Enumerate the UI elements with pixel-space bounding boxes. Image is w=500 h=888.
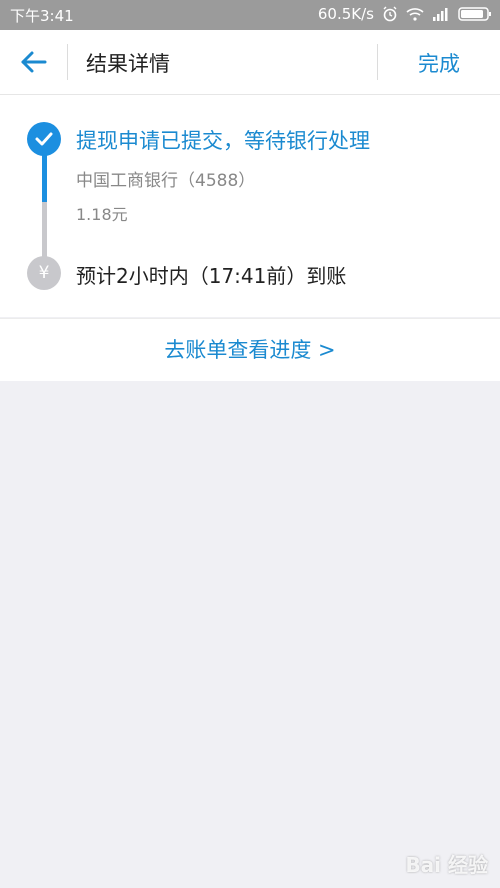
back-button[interactable]	[14, 45, 54, 79]
step1-amount: 1.18元	[76, 205, 128, 224]
yen-icon: ¥	[27, 256, 61, 290]
status-right: 60.5K/s	[318, 5, 492, 23]
result-card: 提现申请已提交，等待银行处理 中国工商银行（4588） 1.18元 ¥ 预计2小…	[0, 95, 500, 317]
battery-icon	[458, 6, 492, 22]
view-bill-progress-link[interactable]: 去账单查看进度 >	[0, 318, 500, 381]
timeline-line-inactive	[42, 202, 47, 260]
network-speed: 60.5K/s	[317, 5, 374, 23]
page-title: 结果详情	[86, 52, 170, 76]
done-button[interactable]: 完成	[418, 48, 460, 78]
status-bar: 下午3:41 60.5K/s	[0, 0, 500, 30]
alarm-icon	[382, 6, 398, 22]
step-complete-marker	[27, 122, 61, 156]
step1-title: 提现申请已提交，等待银行处理	[76, 129, 370, 153]
header-bar: 结果详情 完成	[0, 30, 500, 95]
step2-text: 预计2小时内（17:41前）到账	[76, 264, 347, 288]
signal-icon	[432, 7, 450, 21]
step1-bank: 中国工商银行（4588）	[76, 171, 256, 191]
wifi-icon	[406, 7, 424, 21]
back-arrow-icon	[14, 51, 54, 83]
status-time: 下午3:41	[10, 7, 74, 25]
header-divider	[377, 44, 378, 80]
check-icon	[27, 132, 61, 160]
header-divider	[67, 44, 68, 80]
watermark-logo: Bai 经验	[405, 853, 488, 877]
